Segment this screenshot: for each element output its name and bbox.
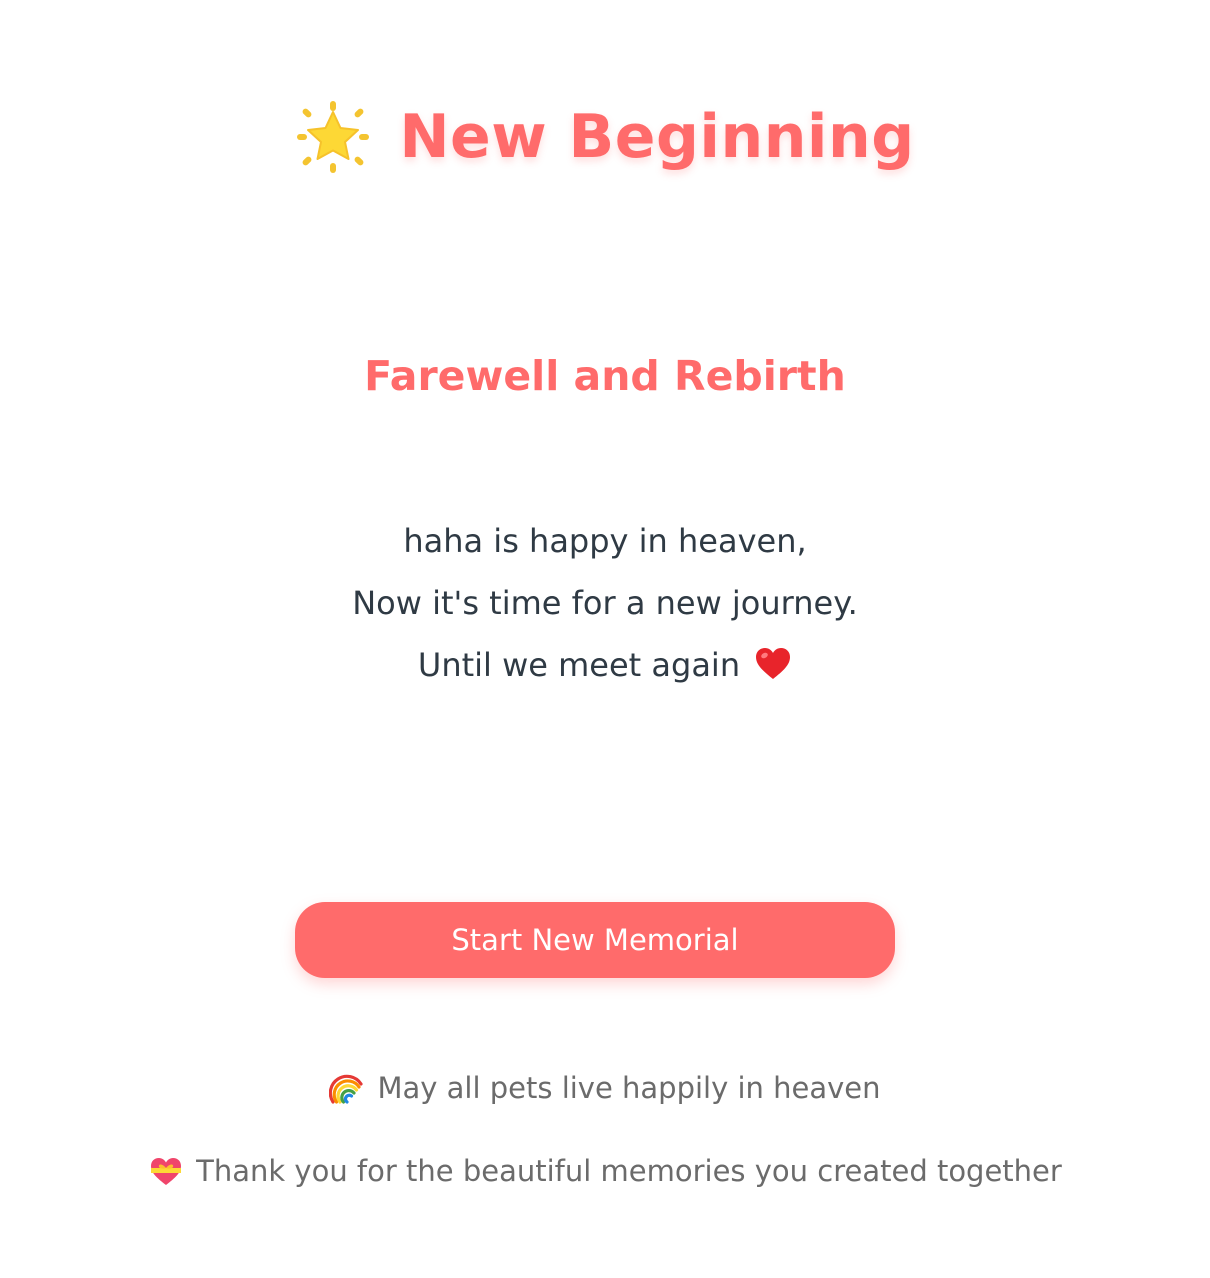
message-line-3-text: Until we meet again bbox=[417, 646, 741, 684]
gift-heart-icon bbox=[151, 1158, 182, 1185]
page-header: New Beginning bbox=[0, 92, 1210, 182]
sparkle-star-icon bbox=[297, 101, 370, 173]
red-heart-icon bbox=[756, 648, 791, 679]
message-line-2: Now it's time for a new journey. bbox=[352, 584, 858, 622]
rainbow-icon bbox=[329, 1074, 364, 1104]
start-new-memorial-button[interactable]: Start New Memorial bbox=[295, 902, 895, 978]
footer-blessing-text: May all pets live happily in heaven bbox=[377, 1071, 881, 1105]
farewell-message: haha is happy in heaven, Now it's time f… bbox=[0, 510, 1210, 696]
footer-blessing: May all pets live happily in heaven bbox=[0, 1066, 1210, 1110]
page-title: New Beginning bbox=[399, 102, 915, 172]
footer-thanks: Thank you for the beautiful memories you… bbox=[0, 1149, 1210, 1193]
message-line-1: haha is happy in heaven, bbox=[403, 522, 807, 560]
page: New Beginning Farewell and Rebirth haha … bbox=[0, 0, 1210, 1278]
message-line-3: Until we meet again bbox=[0, 634, 1210, 696]
section-heading: Farewell and Rebirth bbox=[364, 352, 846, 400]
footer-thanks-text: Thank you for the beautiful memories you… bbox=[196, 1154, 1062, 1188]
